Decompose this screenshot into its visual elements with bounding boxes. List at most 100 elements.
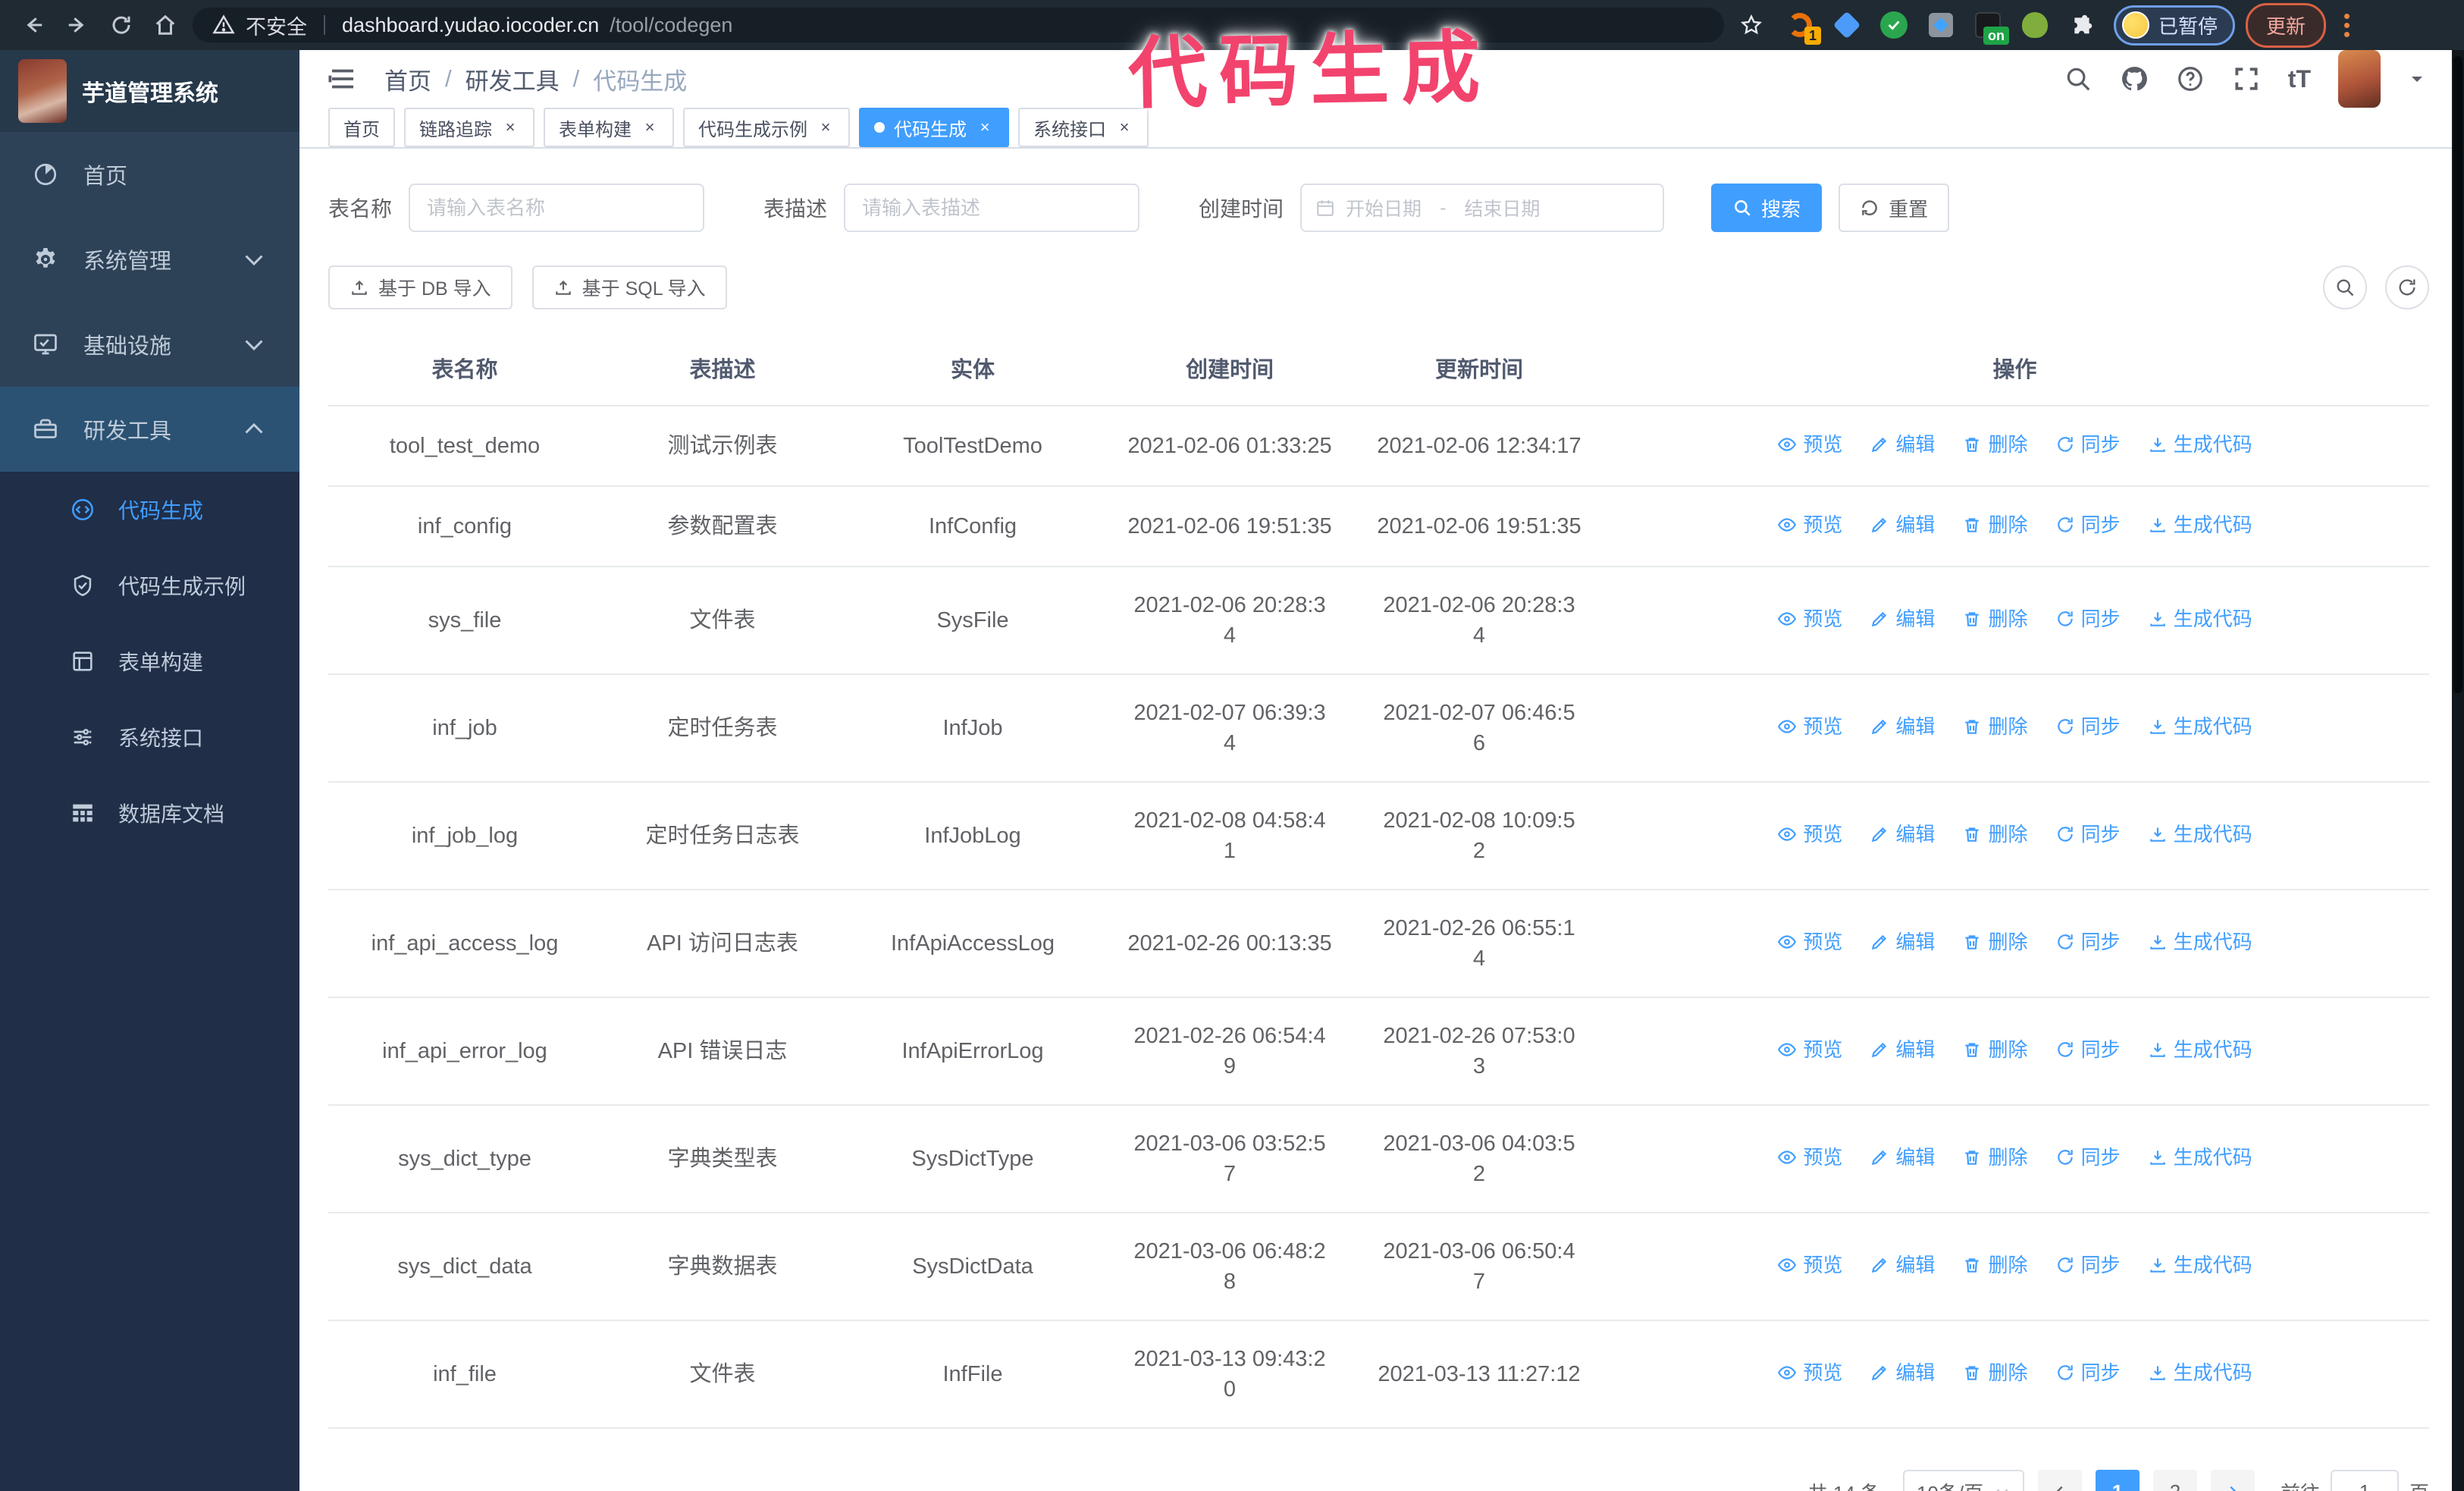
- delete-link[interactable]: 删除: [1962, 927, 2028, 957]
- preview-link[interactable]: 预览: [1777, 819, 1842, 849]
- generate-code-link[interactable]: 生成代码: [2148, 1250, 2252, 1280]
- sync-link[interactable]: 同步: [2055, 1142, 2121, 1172]
- sync-link[interactable]: 同步: [2055, 711, 2121, 742]
- reset-button[interactable]: 重置: [1839, 184, 1950, 232]
- tab-close-icon[interactable]: ×: [976, 118, 994, 137]
- user-avatar[interactable]: [2338, 50, 2381, 108]
- fullscreen-icon[interactable]: [2232, 64, 2261, 93]
- browser-menu-icon[interactable]: [2337, 11, 2357, 40]
- breadcrumb-dev-tools[interactable]: 研发工具: [466, 62, 560, 96]
- generate-code-link[interactable]: 生成代码: [2148, 604, 2252, 634]
- sidebar-subitem-codegen-demo[interactable]: 代码生成示例: [0, 548, 299, 623]
- sidebar-subitem-db-docs[interactable]: 数据库文档: [0, 775, 299, 851]
- table-row[interactable]: tool_test_demo 测试示例表 ToolTestDemo 2021-0…: [328, 405, 2429, 486]
- sidebar-item-system[interactable]: 系统管理: [0, 217, 299, 302]
- delete-link[interactable]: 删除: [1962, 819, 2028, 849]
- date-range-picker[interactable]: 开始日期 - 结束日期: [1300, 184, 1665, 232]
- collapse-menu-icon[interactable]: [327, 63, 359, 95]
- table-row[interactable]: inf_api_error_log API 错误日志 InfApiErrorLo…: [328, 997, 2429, 1105]
- sync-link[interactable]: 同步: [2055, 1358, 2121, 1388]
- delete-link[interactable]: 删除: [1962, 1142, 2028, 1172]
- edit-link[interactable]: 编辑: [1870, 927, 1935, 957]
- preview-link[interactable]: 预览: [1777, 429, 1842, 460]
- sidebar-subitem-codegen[interactable]: 代码生成: [0, 472, 299, 548]
- address-bar[interactable]: 不安全 dashboard.yudao.iocoder.cn/tool/code…: [193, 8, 1724, 42]
- edit-link[interactable]: 编辑: [1870, 604, 1935, 634]
- page-number-button[interactable]: 1: [2095, 1470, 2140, 1491]
- extensions-puzzle-icon[interactable]: [2067, 10, 2097, 40]
- page-size-select[interactable]: 10条/页: [1902, 1470, 2024, 1491]
- generate-code-link[interactable]: 生成代码: [2148, 927, 2252, 957]
- delete-link[interactable]: 删除: [1962, 1250, 2028, 1280]
- generate-code-link[interactable]: 生成代码: [2148, 510, 2252, 540]
- search-icon[interactable]: [2064, 64, 2093, 93]
- extension-orange-icon[interactable]: 1: [1785, 10, 1821, 45]
- sidebar-item-infrastructure[interactable]: 基础设施: [0, 302, 299, 387]
- back-icon[interactable]: [17, 8, 50, 42]
- tab-close-icon[interactable]: ×: [1115, 118, 1133, 137]
- font-size-icon[interactable]: tT: [2288, 65, 2311, 93]
- preview-link[interactable]: 预览: [1777, 1250, 1842, 1280]
- delete-link[interactable]: 删除: [1962, 429, 2028, 460]
- sidebar-logo-row[interactable]: 芋道管理系统: [0, 50, 299, 132]
- generate-code-link[interactable]: 生成代码: [2148, 711, 2252, 742]
- page-number-button[interactable]: 2: [2152, 1470, 2197, 1491]
- sync-link[interactable]: 同步: [2055, 429, 2121, 460]
- sync-link[interactable]: 同步: [2055, 927, 2121, 957]
- edit-link[interactable]: 编辑: [1870, 429, 1935, 460]
- table-row[interactable]: sys_dict_data 字典数据表 SysDictData 2021-03-…: [328, 1212, 2429, 1320]
- extension-check-icon[interactable]: [1879, 10, 1909, 40]
- browser-update-button[interactable]: 更新: [2246, 2, 2327, 48]
- generate-code-link[interactable]: 生成代码: [2148, 429, 2252, 460]
- generate-code-link[interactable]: 生成代码: [2148, 1358, 2252, 1388]
- sync-link[interactable]: 同步: [2055, 819, 2121, 849]
- goto-page-input[interactable]: [2330, 1470, 2399, 1491]
- tab[interactable]: 链路追踪 ×: [404, 108, 534, 147]
- delete-link[interactable]: 删除: [1962, 604, 2028, 634]
- page-scrollbar[interactable]: [2452, 50, 2464, 1491]
- edit-link[interactable]: 编辑: [1870, 1034, 1935, 1065]
- tab[interactable]: 代码生成 ×: [859, 108, 1009, 147]
- edit-link[interactable]: 编辑: [1870, 1142, 1935, 1172]
- toggle-search-button[interactable]: [2323, 265, 2367, 309]
- extension-monkey-icon[interactable]: [2020, 10, 2050, 40]
- edit-link[interactable]: 编辑: [1870, 510, 1935, 540]
- profile-paused-chip[interactable]: 已暂停: [2114, 5, 2236, 46]
- edit-link[interactable]: 编辑: [1870, 1358, 1935, 1388]
- generate-code-link[interactable]: 生成代码: [2148, 1034, 2252, 1065]
- scrollbar-thumb[interactable]: [2453, 56, 2462, 693]
- delete-link[interactable]: 删除: [1962, 1034, 2028, 1065]
- breadcrumb-home[interactable]: 首页: [384, 62, 431, 96]
- delete-link[interactable]: 删除: [1962, 1358, 2028, 1388]
- tab[interactable]: 代码生成示例 ×: [683, 108, 850, 147]
- sync-link[interactable]: 同步: [2055, 604, 2121, 634]
- sync-link[interactable]: 同步: [2055, 1034, 2121, 1065]
- extension-dark-icon[interactable]: on: [1973, 10, 2009, 45]
- delete-link[interactable]: 删除: [1962, 510, 2028, 540]
- extension-gray-icon[interactable]: [1926, 10, 1956, 40]
- preview-link[interactable]: 预览: [1777, 1034, 1842, 1065]
- sidebar-subitem-system-api[interactable]: 系统接口: [0, 699, 299, 775]
- import-db-button[interactable]: 基于 DB 导入: [328, 265, 513, 309]
- edit-link[interactable]: 编辑: [1870, 819, 1935, 849]
- bookmark-star-icon[interactable]: [1739, 13, 1763, 37]
- table-row[interactable]: inf_job_log 定时任务日志表 InfJobLog 2021-02-08…: [328, 781, 2429, 890]
- sync-link[interactable]: 同步: [2055, 510, 2121, 540]
- table-row[interactable]: inf_file 文件表 InfFile 2021-03-13 09:43:2 …: [328, 1320, 2429, 1429]
- table-row[interactable]: sys_dict_type 字典类型表 SysDictType 2021-03-…: [328, 1104, 2429, 1213]
- avatar-caret-icon[interactable]: [2408, 70, 2426, 88]
- extension-gem-icon[interactable]: [1832, 10, 1862, 40]
- preview-link[interactable]: 预览: [1777, 604, 1842, 634]
- sync-link[interactable]: 同步: [2055, 1250, 2121, 1280]
- edit-link[interactable]: 编辑: [1870, 711, 1935, 742]
- table-row[interactable]: inf_config 参数配置表 InfConfig 2021-02-06 19…: [328, 485, 2429, 567]
- preview-link[interactable]: 预览: [1777, 927, 1842, 957]
- table-row[interactable]: inf_api_access_log API 访问日志表 InfApiAcces…: [328, 889, 2429, 997]
- generate-code-link[interactable]: 生成代码: [2148, 819, 2252, 849]
- edit-link[interactable]: 编辑: [1870, 1250, 1935, 1280]
- delete-link[interactable]: 删除: [1962, 711, 2028, 742]
- sidebar-subitem-form-builder[interactable]: 表单构建: [0, 623, 299, 699]
- tab-close-icon[interactable]: ×: [501, 118, 519, 137]
- table-desc-input[interactable]: [844, 184, 1140, 232]
- table-row[interactable]: inf_job 定时任务表 InfJob 2021-02-07 06:39:3 …: [328, 673, 2429, 782]
